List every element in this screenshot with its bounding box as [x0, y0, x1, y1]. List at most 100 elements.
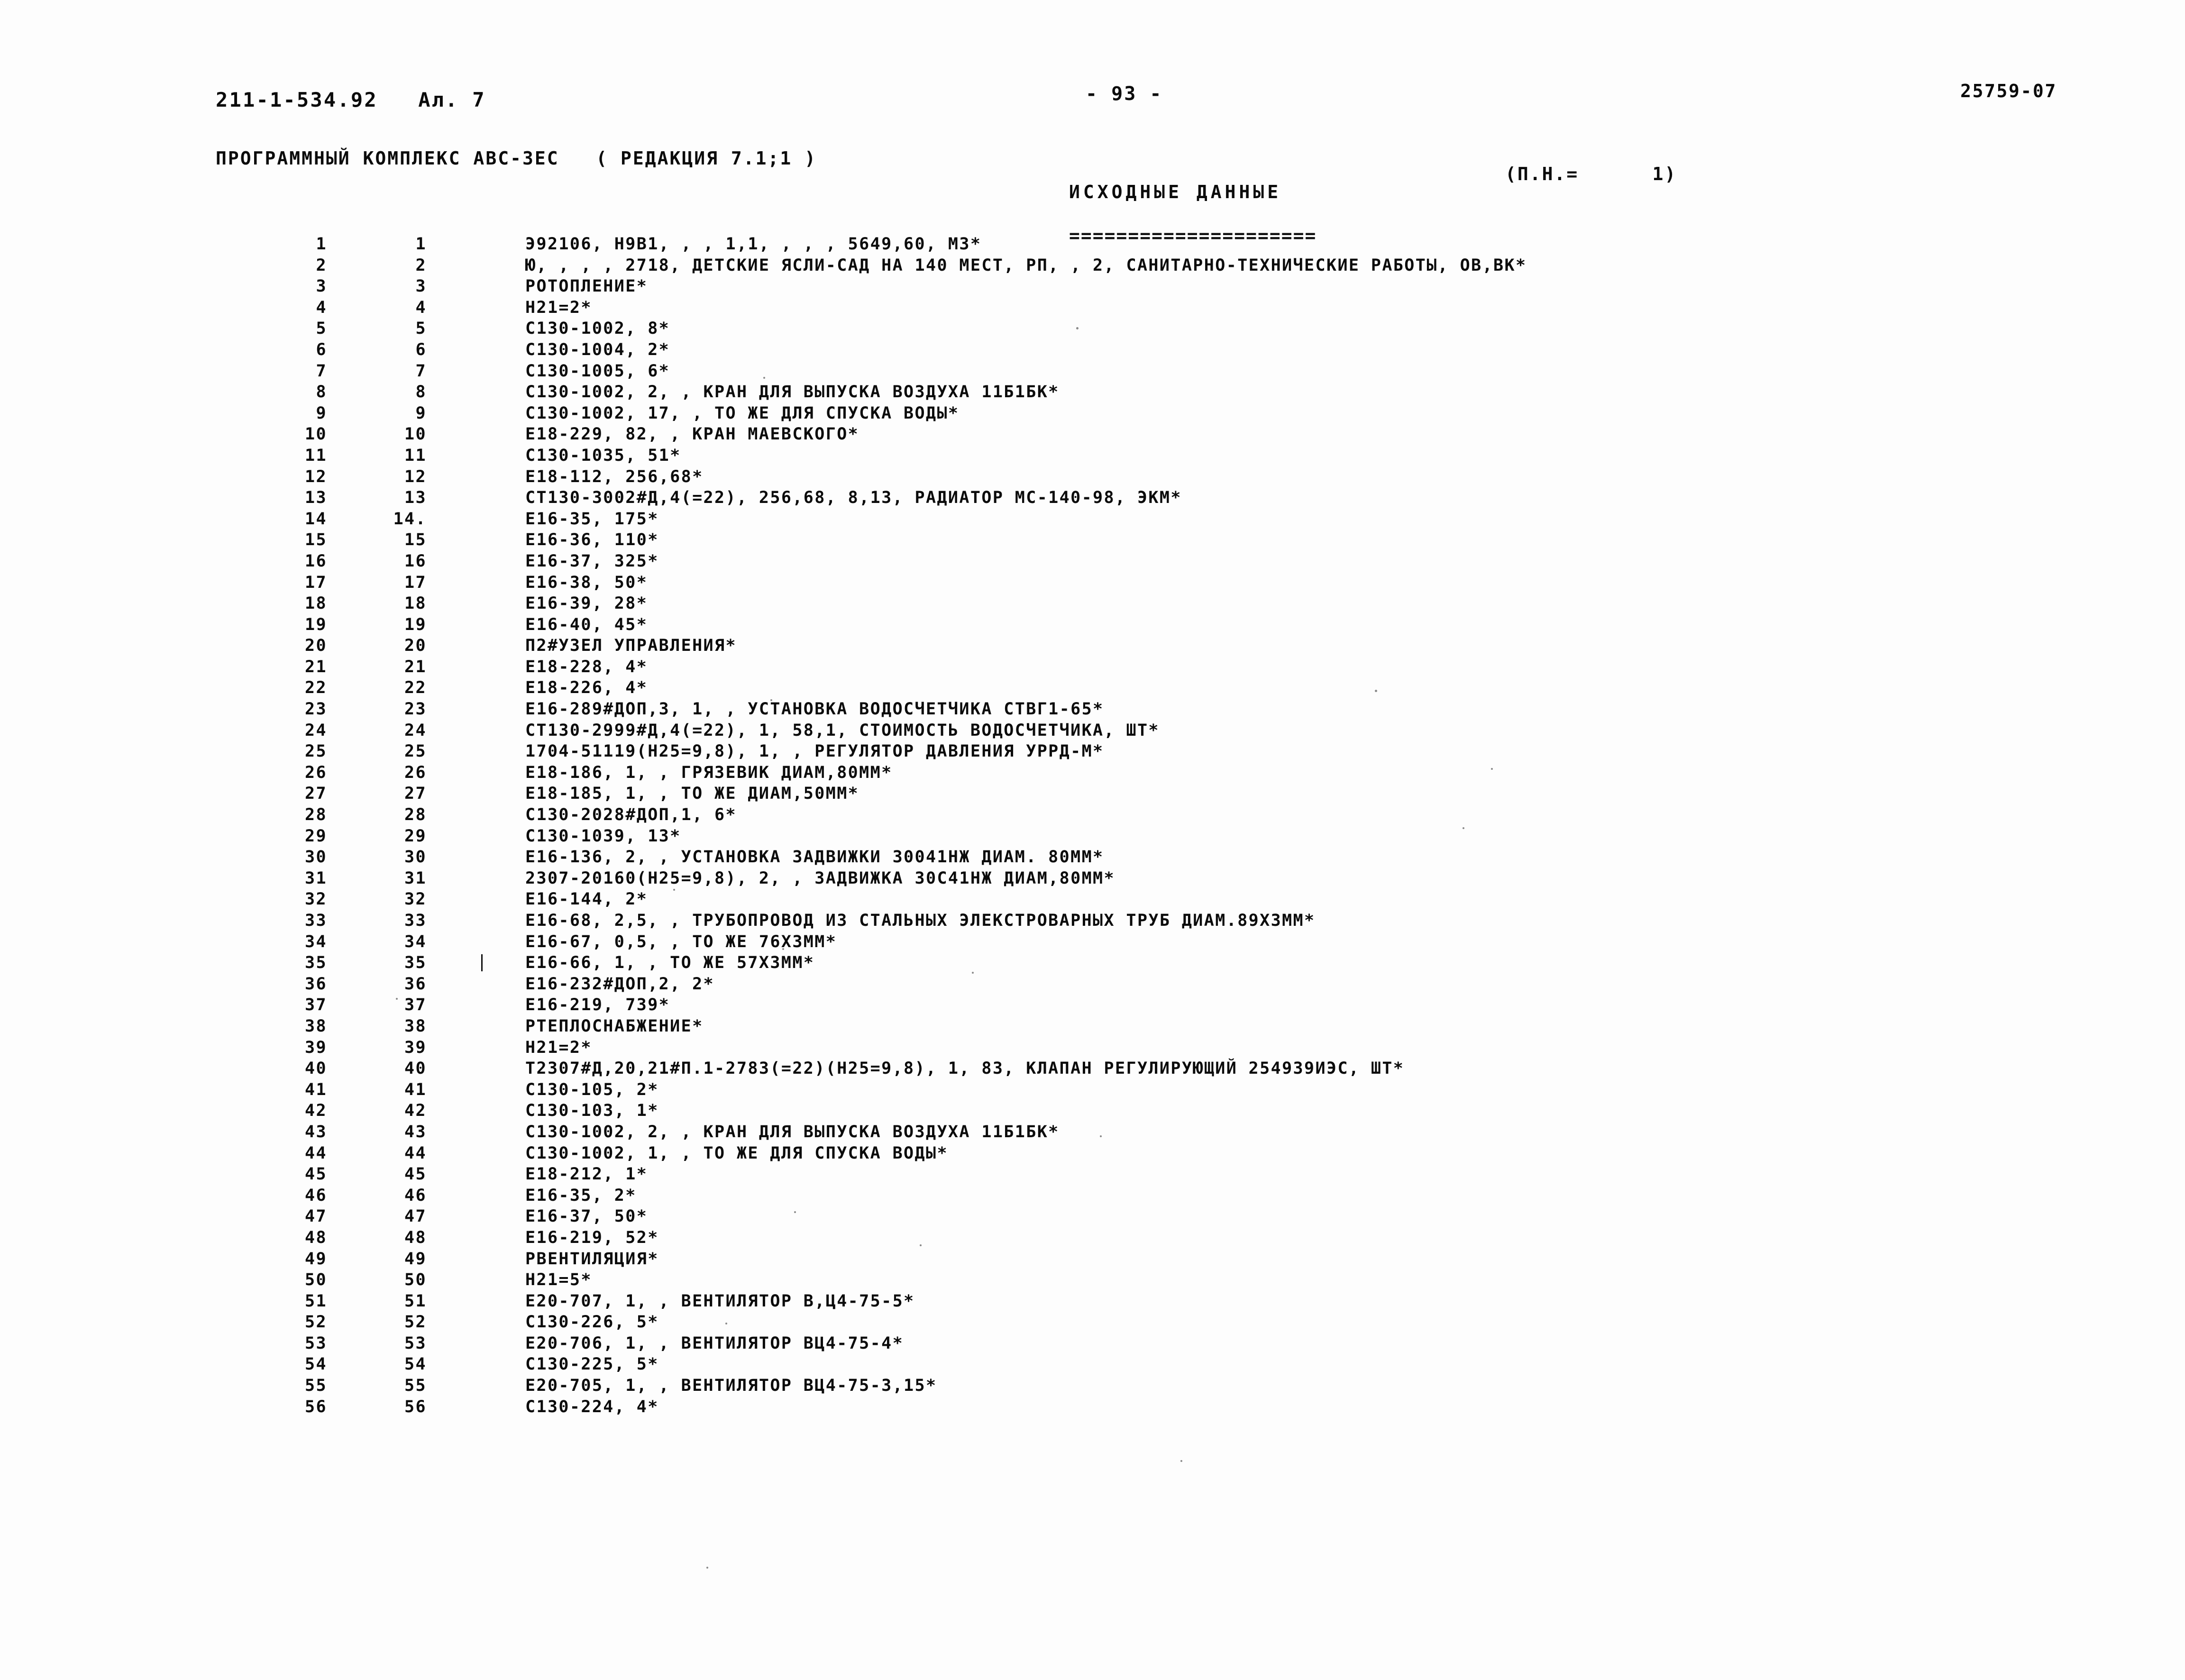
row-index-number: 44 — [404, 1143, 427, 1163]
row-sequence-number: 25 — [305, 742, 327, 761]
row-record-text: Е16-289#ДОП,3, 1, , УСТАНОВКА ВОДОСЧЕТЧИ… — [525, 700, 1104, 719]
row-sequence-number: 22 — [305, 678, 327, 698]
row-index-number: 32 — [404, 890, 427, 909]
row-record-text: С130-2028#ДОП,1, 6* — [525, 805, 737, 825]
row-record-text: Е16-35, 175* — [525, 509, 659, 529]
listing-row: 8 8 С130-1002, 2, , КРАН ДЛЯ ВЫПУСКА ВОЗДУ… — [0, 383, 2185, 404]
listing-row: 47 47 Е16-37, 50* — [0, 1207, 2185, 1228]
row-record-text: Е16-37, 50* — [525, 1207, 648, 1226]
listing-row: 50 50 Н21=5* — [0, 1270, 2185, 1292]
row-record-text: РОТОПЛЕНИЕ* — [525, 277, 648, 296]
row-sequence-number: 37 — [305, 995, 327, 1015]
listing-row: 20 20 П2#УЗЕЛ УПРАВЛЕНИЯ* — [0, 636, 2185, 657]
row-index-number: 20 — [404, 636, 427, 656]
scan-speckle — [770, 699, 772, 701]
row-index-number: 38 — [404, 1016, 427, 1036]
row-sequence-number: 53 — [305, 1333, 327, 1353]
row-index-number: 49 — [404, 1249, 427, 1269]
listing-row: 16 16 Е16-37, 325* — [0, 552, 2185, 573]
document-header: 211-1-534.92 Ал. 7 ПРОГРАММНЫЙ КОМПЛЕКС … — [216, 57, 817, 201]
listing-row: 12 12 Е18-112, 256,68* — [0, 467, 2185, 489]
scan-speckle — [725, 1323, 727, 1324]
row-index-number: 3 — [415, 277, 427, 296]
row-sequence-number: 36 — [305, 974, 327, 994]
row-record-text: Е16-219, 739* — [525, 995, 670, 1015]
row-index-number: 47 — [404, 1207, 427, 1226]
row-record-text: Е18-229, 82, , КРАН МАЕВСКОГО* — [525, 425, 859, 444]
page-number: - 93 - — [1086, 83, 1163, 105]
scan-speckle — [1375, 690, 1377, 692]
row-sequence-number: 39 — [305, 1038, 327, 1057]
listing-row: 19 19 Е16-40, 45* — [0, 615, 2185, 637]
row-record-text: С130-1004, 2* — [525, 340, 670, 359]
row-sequence-number: 32 — [305, 890, 327, 909]
row-record-text: Е16-39, 28* — [525, 594, 648, 613]
listing-row: 13 13 СТ130-3002#Д,4(=22), 256,68, 8,13, Р… — [0, 488, 2185, 510]
row-sequence-number: 30 — [305, 848, 327, 867]
row-sequence-number: 44 — [305, 1143, 327, 1163]
row-sequence-number: 12 — [305, 467, 327, 486]
row-sequence-number: 31 — [305, 868, 327, 888]
listing-row: 31 31 2307-20160(Н25=9,8), 2, , ЗАДВИЖКА 3… — [0, 869, 2185, 890]
row-sequence-number: 42 — [305, 1101, 327, 1121]
listing-row: 38 38 РТЕПЛОСНАБЖЕНИЕ* — [0, 1017, 2185, 1038]
row-record-text: Е18-228, 4* — [525, 657, 648, 676]
listing-row: 32 32 Е16-144, 2* — [0, 890, 2185, 911]
row-sequence-number: 14 — [305, 509, 327, 529]
row-sequence-number: 3 — [316, 277, 327, 296]
row-record-text: Е18-185, 1, , ТО ЖЕ ДИАМ,50ММ* — [525, 784, 859, 803]
listing-row: 14 14. Е16-35, 175* — [0, 510, 2185, 531]
row-index-number: 5 — [415, 319, 427, 338]
row-record-text: Е16-68, 2,5, , ТРУБОПРОВОД ИЗ СТАЛЬНЫХ Э… — [525, 911, 1316, 930]
row-index-number: 25 — [404, 742, 427, 761]
scan-speckle — [396, 998, 398, 1000]
row-sequence-number: 26 — [305, 763, 327, 782]
row-sequence-number: 11 — [305, 446, 327, 465]
data-listing: 1 1 Э92106, Н9В1, , , 1,1, , , , 5649,60, … — [0, 235, 2185, 1418]
row-record-text: С130-1002, 2, , КРАН ДЛЯ ВЫПУСКА ВОЗДУХА… — [525, 383, 1060, 402]
row-index-number: 35 — [404, 953, 427, 973]
listing-row: 33 33 Е16-68, 2,5, , ТРУБОПРОВОД ИЗ СТАЛЬН… — [0, 911, 2185, 932]
row-record-text: СТ130-3002#Д,4(=22), 256,68, 8,13, РАДИА… — [525, 488, 1182, 508]
row-index-number: 10 — [404, 425, 427, 444]
row-index-number: 42 — [404, 1101, 427, 1121]
row-index-number: 55 — [404, 1376, 427, 1396]
row-record-text: П2#УЗЕЛ УПРАВЛЕНИЯ* — [525, 636, 737, 656]
row-record-text: Е16-219, 52* — [525, 1228, 659, 1247]
row-record-text: 2307-20160(Н25=9,8), 2, , ЗАДВИЖКА 30С41… — [525, 868, 1115, 888]
row-record-text: С130-224, 4* — [525, 1397, 659, 1416]
row-record-text: С130-226, 5* — [525, 1313, 659, 1332]
row-sequence-number: 1 — [316, 235, 327, 254]
row-record-text: Н21=5* — [525, 1270, 592, 1290]
listing-row: 7 7 С130-1005, 6* — [0, 362, 2185, 383]
row-sequence-number: 10 — [305, 425, 327, 444]
row-sequence-number: 48 — [305, 1228, 327, 1247]
row-sequence-number: 18 — [305, 594, 327, 613]
scan-speckle — [1491, 768, 1493, 770]
row-record-text: Е16-66, 1, , ТО ЖЕ 57Х3ММ* — [525, 953, 815, 973]
row-index-number: 50 — [404, 1270, 427, 1290]
row-sequence-number: 29 — [305, 826, 327, 846]
listing-row: 37 37 Е16-219, 739* — [0, 995, 2185, 1017]
row-index-number: 51 — [404, 1291, 427, 1311]
listing-row: 23 23 Е16-289#ДОП,3, 1, , УСТАНОВКА ВОДОСЧ… — [0, 700, 2185, 721]
row-record-text: СТ130-2999#Д,4(=22), 1, 58,1, СТОИМОСТЬ … — [525, 721, 1160, 740]
row-index-number: 13 — [404, 488, 427, 508]
row-index-number: 33 — [404, 911, 427, 930]
section-parameter: (П.Н.= 1) — [1505, 164, 1677, 184]
row-index-number: 29 — [404, 826, 427, 846]
row-record-text: С130-105, 2* — [525, 1080, 659, 1099]
row-record-text: Е16-67, 0,5, , ТО ЖЕ 76Х3ММ* — [525, 932, 837, 951]
row-index-number: 23 — [404, 700, 427, 719]
listing-row: 54 54 С130-225, 5* — [0, 1355, 2185, 1376]
row-record-text: С130-1005, 6* — [525, 361, 670, 381]
row-sequence-number: 24 — [305, 721, 327, 740]
row-record-text: Е16-38, 50* — [525, 573, 648, 592]
listing-row: 21 21 Е18-228, 4* — [0, 657, 2185, 679]
listing-row: 39 39 Н21=2* — [0, 1038, 2185, 1059]
scan-speckle — [794, 1211, 796, 1213]
row-record-text: Т2307#Д,20,21#П.1-2783(=22)(Н25=9,8), 1,… — [525, 1059, 1405, 1078]
row-sequence-number: 43 — [305, 1122, 327, 1141]
scan-speckle — [920, 1244, 922, 1246]
row-sequence-number: 51 — [305, 1291, 327, 1311]
